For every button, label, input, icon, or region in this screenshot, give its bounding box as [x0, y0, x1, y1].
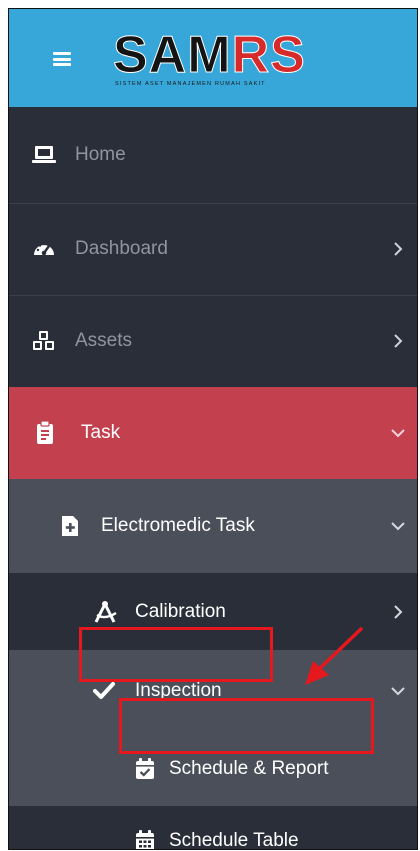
compass-drafting-icon: [93, 600, 119, 624]
logo-subtitle: SISTEM ASET MANAJEMEN RUMAH SAKIT: [115, 81, 266, 87]
chevron-right-icon: [394, 334, 403, 348]
check-icon: [93, 682, 115, 700]
sidebar-item-schedule-table[interactable]: Schedule Table: [9, 806, 417, 850]
logo-part-sam: SAM: [113, 26, 232, 84]
calendar-check-icon: [135, 758, 155, 780]
sidebar-item-label: Dashboard: [75, 238, 168, 259]
app-frame: SAMRS SISTEM ASET MANAJEMEN RUMAH SAKIT …: [8, 8, 418, 850]
sidebar-header: SAMRS SISTEM ASET MANAJEMEN RUMAH SAKIT: [9, 9, 417, 107]
sidebar-item-home[interactable]: Home: [9, 107, 417, 203]
sidebar-item-label: Schedule Table: [169, 830, 299, 850]
cubes-icon: [32, 330, 56, 352]
laptop-icon: [31, 144, 57, 166]
samrs-logo[interactable]: SAMRS SISTEM ASET MANAJEMEN RUMAH SAKIT: [113, 27, 323, 91]
highlight-box-schedule-report: [119, 698, 374, 754]
sidebar-item-label: Electromedic Task: [101, 515, 255, 536]
sidebar-item-assets[interactable]: Assets: [9, 295, 417, 387]
menu-separator: [9, 203, 417, 204]
sidebar-item-label: Assets: [75, 330, 133, 351]
chevron-down-icon: [391, 429, 405, 438]
tachometer-icon: [32, 238, 56, 260]
sidebar-item-label: Schedule & Report: [169, 758, 329, 779]
chevron-right-icon: [394, 242, 403, 256]
annotation-arrow-icon: [305, 627, 363, 685]
highlight-box-inspection: [79, 627, 273, 682]
file-medical-icon: [61, 515, 79, 537]
sidebar-item-dashboard[interactable]: Dashboard: [9, 203, 417, 295]
sidebar-item-electromedic-task[interactable]: Electromedic Task: [9, 479, 417, 573]
chevron-right-icon: [394, 604, 403, 619]
sidebar-item-label: Task: [81, 422, 121, 443]
sidebar-item-task[interactable]: Task: [9, 387, 417, 479]
menu-separator: [9, 295, 417, 296]
calendar-icon: [135, 830, 155, 849]
logo-part-rs: RS: [231, 26, 306, 84]
sidebar-item-label: Home: [75, 144, 126, 165]
clipboard-icon: [35, 421, 55, 445]
sidebar-item-label: Calibration: [135, 600, 226, 622]
hamburger-icon[interactable]: [53, 52, 71, 66]
chevron-down-icon: [391, 687, 405, 696]
chevron-down-icon: [391, 522, 405, 531]
